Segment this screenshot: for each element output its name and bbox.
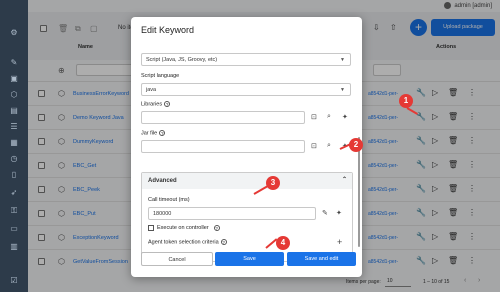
magic-icon[interactable]: ✦ — [342, 113, 348, 121]
folder-upload-icon[interactable]: ⊡ — [311, 142, 317, 150]
help-icon[interactable]: ? — [159, 130, 166, 136]
save-button[interactable]: Save — [215, 252, 284, 266]
help-icon[interactable]: ? — [164, 101, 171, 107]
edit-keyword-dialog: Edit Keyword Script (Java, JS, Groovy, e… — [131, 17, 362, 277]
box-icon[interactable]: ⬡ — [8, 90, 20, 99]
chevron-down-icon: ▼ — [340, 57, 345, 63]
key-icon[interactable]: ⚿ — [8, 206, 20, 215]
step-marker-1: 1 — [399, 94, 413, 108]
execute-on-controller-checkbox[interactable] — [148, 225, 154, 231]
call-timeout-value: 180000 — [153, 211, 172, 217]
search-icon[interactable]: ⌕ — [327, 113, 331, 121]
dialog-title: Edit Keyword — [141, 25, 195, 35]
execute-on-controller-row: Execute on controller? — [148, 225, 220, 231]
agent-token-label: Agent token selection criteria — [148, 239, 219, 246]
magic-icon[interactable]: ✦ — [336, 209, 342, 217]
help-icon[interactable]: ? — [213, 225, 220, 231]
call-timeout-input[interactable]: 180000 — [148, 207, 316, 220]
script-language-select[interactable]: java ▼ — [141, 83, 351, 96]
sidebar: ⚙ ✎ ▣ ⬡ ▤ ☰ ▦ ◷ ▯ ➶ ⚿ ▭ ▥ ☑ — [0, 0, 28, 292]
rocket-icon[interactable]: ➶ — [8, 188, 20, 197]
clock-icon[interactable]: ◷ — [8, 154, 20, 163]
call-timeout-label: Call timeout (ms) — [148, 197, 190, 203]
monitor-icon[interactable]: ▭ — [8, 224, 20, 233]
search-icon[interactable]: ⌕ — [327, 142, 331, 150]
chevron-up-icon[interactable]: ⌃ — [342, 176, 347, 183]
help-icon[interactable]: ? — [220, 239, 227, 245]
script-language-label: Script language — [141, 73, 180, 79]
execute-on-controller-label: Execute on controller — [157, 225, 209, 231]
file-icon[interactable]: ▯ — [8, 170, 20, 179]
libraries-input[interactable] — [141, 111, 305, 124]
save-and-edit-button[interactable]: Save and edit — [287, 252, 356, 266]
cube-icon[interactable]: ▣ — [8, 74, 20, 83]
script-language-value: java — [146, 87, 157, 93]
dialog-scrollbar[interactable] — [358, 137, 360, 247]
folder-upload-icon[interactable]: ⊡ — [311, 113, 317, 121]
pencil-icon[interactable]: ✎ — [322, 209, 328, 217]
grid-icon[interactable]: ▦ — [8, 138, 20, 147]
script-type-select[interactable]: Script (Java, JS, Groovy, etc) ▼ — [141, 53, 351, 66]
agent-token-row: Agent token selection criteria? — [148, 239, 227, 245]
advanced-label: Advanced — [148, 178, 177, 184]
list-icon[interactable]: ☰ — [8, 122, 20, 131]
add-criteria-icon[interactable]: + — [337, 237, 342, 247]
advanced-header[interactable]: Advanced ⌃ — [142, 173, 352, 189]
step-marker-2: 2 — [349, 138, 363, 152]
folder-icon[interactable]: ▤ — [8, 106, 20, 115]
chart-icon[interactable]: ▥ — [8, 242, 20, 251]
check-icon[interactable]: ☑ — [8, 276, 20, 285]
libraries-label-row: Libraries? — [141, 101, 171, 108]
jar-file-label: Jar file — [141, 130, 158, 137]
chevron-down-icon: ▼ — [340, 87, 345, 93]
step-marker-4: 4 — [276, 236, 290, 250]
libraries-label: Libraries — [141, 101, 163, 108]
jar-file-input[interactable] — [141, 140, 305, 153]
edit-icon[interactable]: ✎ — [8, 58, 20, 67]
step-marker-3: 3 — [266, 176, 280, 190]
script-type-value: Script (Java, JS, Groovy, etc) — [146, 57, 218, 63]
cancel-button[interactable]: Cancel — [141, 252, 213, 266]
jar-file-label-row: Jar file? — [141, 130, 166, 137]
gear-icon[interactable]: ⚙ — [8, 28, 20, 37]
